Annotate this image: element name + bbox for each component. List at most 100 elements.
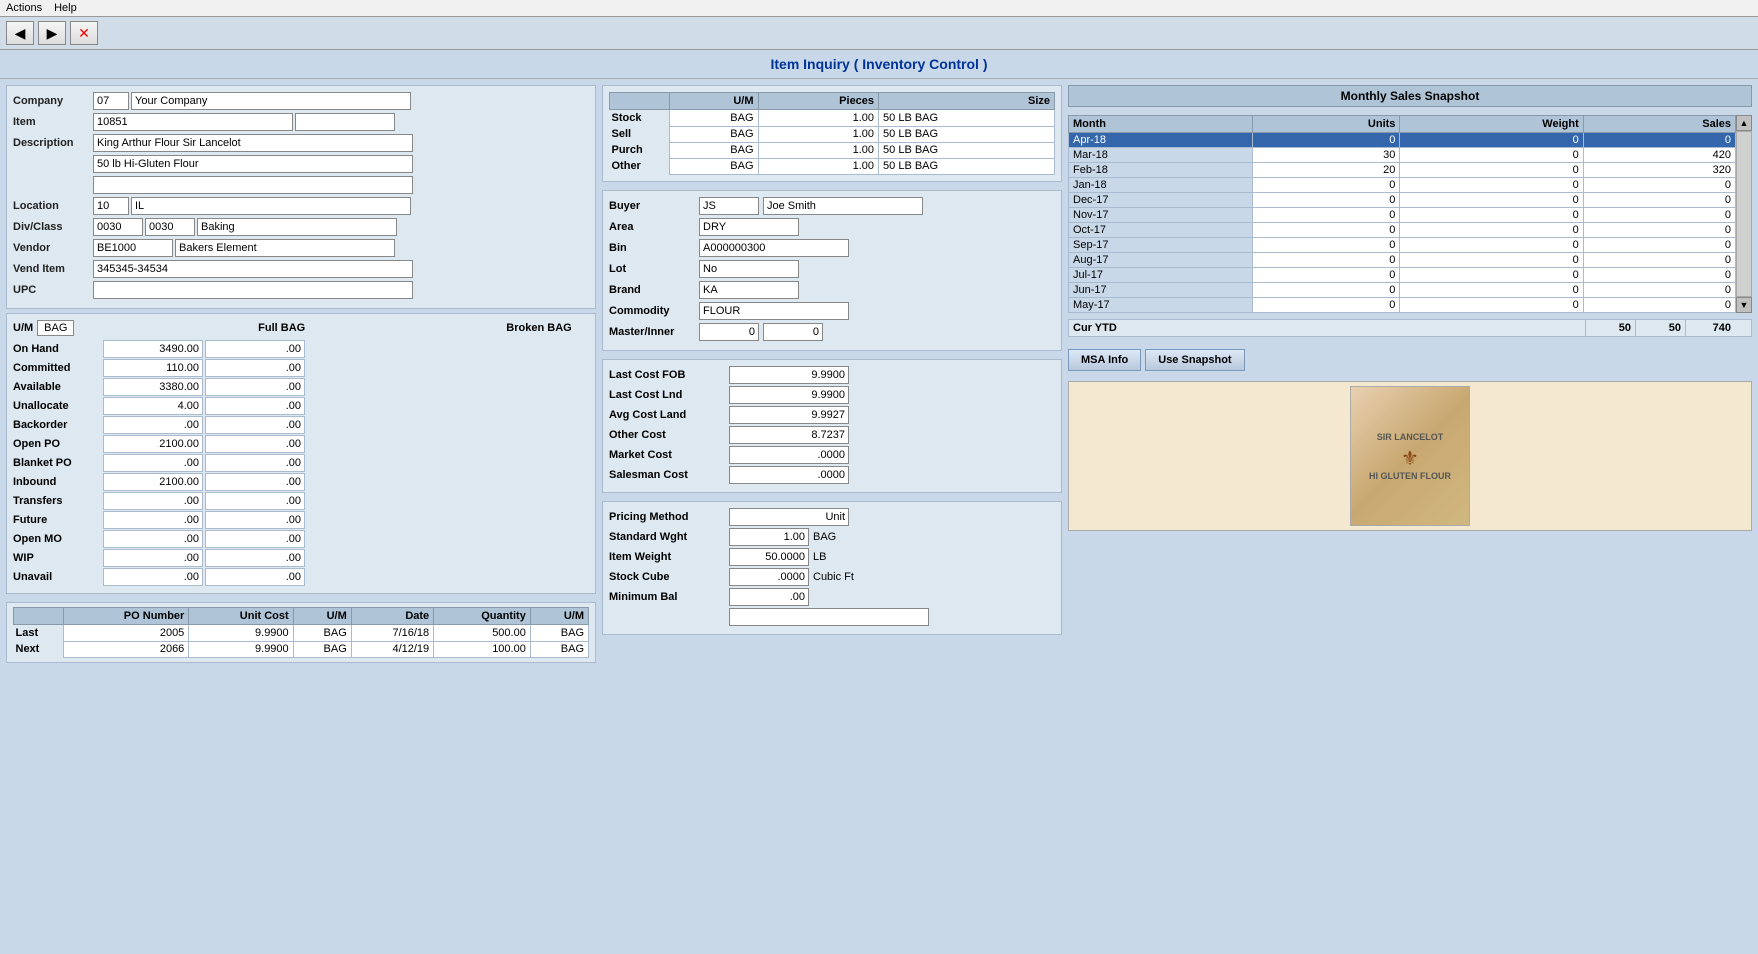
- desc3-input[interactable]: [93, 176, 413, 194]
- msa-info-button[interactable]: MSA Info: [1068, 349, 1141, 371]
- inv-full-input[interactable]: [103, 359, 203, 377]
- inv-broken-input[interactable]: [205, 435, 305, 453]
- inv-broken-input[interactable]: [205, 473, 305, 491]
- inv-broken-input[interactable]: [205, 359, 305, 377]
- market-cost-input[interactable]: [729, 446, 849, 464]
- location-name-input[interactable]: [131, 197, 411, 215]
- item-weight-label: Item Weight: [609, 551, 729, 563]
- upc-input[interactable]: [93, 281, 413, 299]
- inv-broken-input[interactable]: [205, 568, 305, 586]
- use-snapshot-button[interactable]: Use Snapshot: [1145, 349, 1244, 371]
- other-cost-input[interactable]: [729, 426, 849, 444]
- commodity-label: Commodity: [609, 305, 699, 317]
- inv-broken-input[interactable]: [205, 397, 305, 415]
- uom-row-size: 50 LB BAG: [879, 142, 1055, 158]
- inv-full-input[interactable]: [103, 568, 203, 586]
- inv-row-label: Inbound: [13, 476, 103, 488]
- class-name-input[interactable]: [197, 218, 397, 236]
- inv-broken-input[interactable]: [205, 549, 305, 567]
- master-val2-input[interactable]: [763, 323, 823, 341]
- inv-broken-input[interactable]: [205, 416, 305, 434]
- vendor-code-input[interactable]: [93, 239, 173, 257]
- class-code-input[interactable]: [145, 218, 195, 236]
- scroll-track[interactable]: [1736, 131, 1752, 297]
- company-code-input[interactable]: [93, 92, 129, 110]
- page-title: Item Inquiry ( Inventory Control ): [0, 50, 1758, 79]
- po-section: PO Number Unit Cost U/M Date Quantity U/…: [6, 602, 596, 663]
- desc1-input[interactable]: [93, 134, 413, 152]
- divclass-label: Div/Class: [13, 221, 93, 233]
- snapshot-row: Nov-17000: [1069, 208, 1736, 223]
- size-col-header: Size: [879, 93, 1055, 110]
- desc2-input[interactable]: [93, 155, 413, 173]
- snapshot-cell-sales: 0: [1583, 133, 1735, 148]
- po-next-row: Next 2066 9.9900 BAG 4/12/19 100.00 BAG: [14, 641, 589, 657]
- item-weight-unit: LB: [813, 551, 826, 563]
- brand-input[interactable]: [699, 281, 799, 299]
- item-info-section: Company Item Description: [6, 85, 596, 309]
- full-bag-header: Full BAG: [78, 322, 485, 334]
- inv-broken-input[interactable]: [205, 530, 305, 548]
- uom-row: SellBAG1.0050 LB BAG: [610, 126, 1055, 142]
- last-cost-fob-input[interactable]: [729, 366, 849, 384]
- vend-item-input[interactable]: [93, 260, 413, 278]
- inv-full-input[interactable]: [103, 549, 203, 567]
- last-cost-lnd-input[interactable]: [729, 386, 849, 404]
- menu-help[interactable]: Help: [54, 2, 77, 14]
- bin-input[interactable]: [699, 239, 849, 257]
- salesman-cost-input[interactable]: [729, 466, 849, 484]
- avg-cost-land-input[interactable]: [729, 406, 849, 424]
- forward-button[interactable]: ▶: [38, 21, 66, 45]
- item-weight-input[interactable]: [729, 548, 809, 566]
- vend-item-row: Vend Item: [13, 260, 589, 278]
- inv-full-input[interactable]: [103, 511, 203, 529]
- div-code-input[interactable]: [93, 218, 143, 236]
- standard-wght-input[interactable]: [729, 528, 809, 546]
- inv-broken-input[interactable]: [205, 340, 305, 358]
- minimum-bal-input[interactable]: [729, 588, 809, 606]
- inv-broken-input[interactable]: [205, 378, 305, 396]
- scroll-up-btn[interactable]: ▲: [1736, 115, 1752, 131]
- extra-field-input[interactable]: [729, 608, 929, 626]
- inv-full-input[interactable]: [103, 435, 203, 453]
- inv-full-input[interactable]: [103, 340, 203, 358]
- inv-full-input[interactable]: [103, 416, 203, 434]
- inv-full-input[interactable]: [103, 473, 203, 491]
- item-code-input[interactable]: [93, 113, 293, 131]
- company-name-input[interactable]: [131, 92, 411, 110]
- inv-broken-input[interactable]: [205, 454, 305, 472]
- salesman-cost-label: Salesman Cost: [609, 469, 729, 481]
- standard-wght-row: Standard Wght BAG: [609, 528, 1055, 546]
- inv-broken-input[interactable]: [205, 511, 305, 529]
- inv-full-input[interactable]: [103, 397, 203, 415]
- inv-full-input[interactable]: [103, 492, 203, 510]
- back-button[interactable]: ◀: [6, 21, 34, 45]
- stock-cube-input[interactable]: [729, 568, 809, 586]
- menu-actions[interactable]: Actions: [6, 2, 42, 14]
- buyer-code-input[interactable]: [699, 197, 759, 215]
- snapshot-cell-units: 0: [1253, 253, 1400, 268]
- inv-full-input[interactable]: [103, 378, 203, 396]
- stop-button[interactable]: ✕: [70, 21, 98, 45]
- master-label: Master/Inner: [609, 326, 699, 338]
- area-input[interactable]: [699, 218, 799, 236]
- commodity-input[interactable]: [699, 302, 849, 320]
- item-extra-input[interactable]: [295, 113, 395, 131]
- location-code-input[interactable]: [93, 197, 129, 215]
- vendor-name-input[interactable]: [175, 239, 395, 257]
- inv-full-input[interactable]: [103, 530, 203, 548]
- brand-label: Brand: [609, 284, 699, 296]
- inv-row-label: Committed: [13, 362, 103, 374]
- scroll-down-btn[interactable]: ▼: [1736, 297, 1752, 313]
- um2-header: U/M: [530, 608, 588, 625]
- pricing-method-input[interactable]: [729, 508, 849, 526]
- inv-broken-input[interactable]: [205, 492, 305, 510]
- lot-input[interactable]: [699, 260, 799, 278]
- buyer-name-input[interactable]: [763, 197, 923, 215]
- master-val1-input[interactable]: [699, 323, 759, 341]
- inv-full-input[interactable]: [103, 454, 203, 472]
- ytd-sales: 740: [1685, 320, 1735, 336]
- avg-cost-land-label: Avg Cost Land: [609, 409, 729, 421]
- buyer-row: Buyer: [609, 197, 1055, 215]
- snapshot-scroll[interactable]: Month Units Weight Sales Apr-18000Mar-18…: [1068, 115, 1736, 313]
